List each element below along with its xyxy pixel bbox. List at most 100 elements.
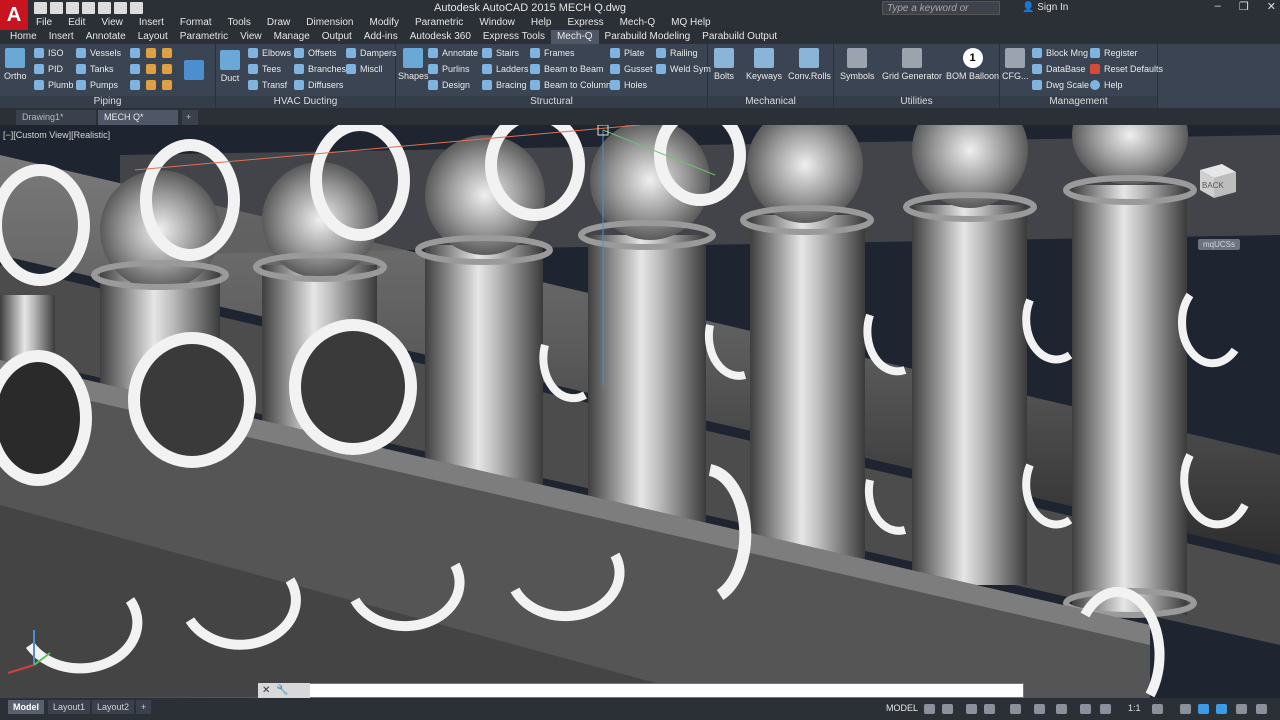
purlins-button[interactable]: Purlins (428, 62, 470, 76)
menu-mech-q[interactable]: Mech-Q (612, 16, 664, 30)
miscll-button[interactable]: Miscll (346, 62, 383, 76)
bolts-button[interactable]: Bolts (714, 48, 734, 81)
customization-menu-icon[interactable] (1256, 704, 1267, 714)
diffusers-button[interactable]: Diffusers (294, 78, 343, 92)
osnap-toggle-icon[interactable] (1034, 704, 1045, 714)
menu-help[interactable]: Help (523, 16, 560, 30)
vessels-button[interactable]: Vessels (76, 46, 121, 60)
tab-parabuild-output[interactable]: Parabuild Output (696, 30, 783, 44)
pipe-tool-6[interactable] (146, 78, 156, 92)
otrack-toggle-icon[interactable] (1056, 704, 1067, 714)
tab-express-tools[interactable]: Express Tools (477, 30, 551, 44)
tab-model[interactable]: Model (8, 700, 44, 714)
workspace-gear-icon[interactable] (1152, 704, 1163, 714)
minimize-button[interactable]: – (1215, 0, 1221, 13)
ortho-button[interactable]: Ortho (4, 48, 27, 81)
tab-insert[interactable]: Insert (43, 30, 80, 44)
viewport-controls-label[interactable]: [−][Custom View][Realistic] (3, 130, 110, 140)
stairs-button[interactable]: Stairs (482, 46, 519, 60)
tab-parabuild-modeling[interactable]: Parabuild Modeling (599, 30, 697, 44)
shapes-button[interactable]: Shapes (398, 48, 429, 81)
add-scale-icon[interactable] (1180, 704, 1191, 714)
reset-defaults-button[interactable]: Reset Defaults (1090, 62, 1163, 76)
tees-button[interactable]: Tees (248, 62, 281, 76)
menu-format[interactable]: Format (172, 16, 220, 30)
transf-button[interactable]: Transf (248, 78, 287, 92)
tab-output[interactable]: Output (316, 30, 358, 44)
pipe-tool-1[interactable] (130, 46, 140, 60)
isolate-objects-icon[interactable] (1198, 704, 1209, 714)
block-mng-button[interactable]: Block Mng (1032, 46, 1088, 60)
menu-file[interactable]: File (28, 16, 60, 30)
search-input[interactable]: Type a keyword or phrase (882, 1, 1000, 28)
branches-button[interactable]: Branches (294, 62, 346, 76)
weld-sym-button[interactable]: Weld Sym (656, 62, 711, 76)
database-button[interactable]: DataBase (1032, 62, 1086, 76)
iso-button[interactable]: ISO (34, 46, 64, 60)
pipe-tool-9[interactable] (162, 78, 172, 92)
tanks-button[interactable]: Tanks (76, 62, 114, 76)
pipe-tool-3[interactable] (130, 78, 140, 92)
clean-screen-icon[interactable] (1236, 704, 1247, 714)
bracing-button[interactable]: Bracing (482, 78, 527, 92)
tab-view[interactable]: View (234, 30, 268, 44)
holes-button[interactable]: Holes (610, 78, 647, 92)
new-tab-button[interactable]: + (182, 110, 198, 125)
register-button[interactable]: Register (1090, 46, 1138, 60)
sign-in-button[interactable]: 👤 Sign In (1022, 2, 1068, 13)
tab-layout2[interactable]: Layout2 (92, 700, 135, 714)
restore-button[interactable]: ❐ (1239, 0, 1249, 13)
plumb-button[interactable]: Plumb (34, 78, 74, 92)
polar-toggle-icon[interactable] (984, 704, 995, 714)
pipe-tool-5[interactable] (146, 62, 156, 76)
frames-button[interactable]: Frames (530, 46, 575, 60)
tab-layout[interactable]: Layout (132, 30, 174, 44)
tab-annotate[interactable]: Annotate (80, 30, 132, 44)
application-menu-button[interactable]: A (0, 0, 28, 30)
model-space-indicator[interactable]: MODEL (886, 703, 918, 713)
help-button[interactable]: Help (1090, 78, 1123, 92)
menu-parametric[interactable]: Parametric (407, 16, 471, 30)
command-close-icon[interactable]: ✕ (262, 685, 270, 696)
pipe-tool-8[interactable] (162, 62, 172, 76)
keyways-button[interactable]: Keyways (746, 48, 782, 81)
command-settings-icon[interactable]: 🔧 (276, 685, 288, 696)
pumps-button[interactable]: Pumps (76, 78, 118, 92)
tab-add-ins[interactable]: Add-ins (358, 30, 404, 44)
dampers-button[interactable]: Dampers (346, 46, 397, 60)
pipe-tool-7[interactable] (162, 46, 172, 60)
grid-toggle-icon[interactable] (924, 704, 935, 714)
doc-tab-mech-q[interactable]: MECH Q* (98, 110, 178, 125)
add-layout-button[interactable]: + (136, 700, 152, 714)
elbows-button[interactable]: Elbows (248, 46, 291, 60)
menu-insert[interactable]: Insert (131, 16, 172, 30)
viewcube[interactable]: BACK (1196, 160, 1240, 203)
ladders-button[interactable]: Ladders (482, 62, 529, 76)
annotate-button[interactable]: Annotate (428, 46, 478, 60)
bom-balloon-button[interactable]: 1 BOM Balloon (946, 48, 999, 81)
isodraft-toggle-icon[interactable] (1010, 704, 1021, 714)
tab-layout1[interactable]: Layout1 (48, 700, 91, 714)
tab-parametric[interactable]: Parametric (174, 30, 234, 44)
annotation-scale[interactable]: 1:1 (1128, 703, 1141, 713)
ucs-menu-button[interactable]: mqUCSs (1198, 239, 1240, 250)
doc-tab-drawing1[interactable]: Drawing1* (16, 110, 96, 125)
tab-manage[interactable]: Manage (268, 30, 316, 44)
ortho-toggle-icon[interactable] (966, 704, 977, 714)
tab-mech-q[interactable]: Mech-Q (550, 30, 599, 44)
drawing-viewport[interactable] (0, 125, 1280, 698)
menu-edit[interactable]: Edit (60, 16, 93, 30)
menu-window[interactable]: Window (471, 16, 523, 30)
tab-home[interactable]: Home (4, 30, 43, 44)
hardware-acceleration-icon[interactable] (1216, 704, 1227, 714)
cfg-button[interactable]: CFG... (1002, 48, 1029, 81)
tab-autodesk-360[interactable]: Autodesk 360 (404, 30, 477, 44)
pipe-route-button[interactable] (184, 60, 204, 83)
menu-tools[interactable]: Tools (220, 16, 259, 30)
grid-generator-button[interactable]: Grid Generator (882, 48, 942, 81)
design-button[interactable]: Design (428, 78, 470, 92)
menu-draw[interactable]: Draw (259, 16, 298, 30)
beam-to-column-button[interactable]: Beam to Column (530, 78, 611, 92)
lineweight-toggle-icon[interactable] (1080, 704, 1091, 714)
command-input[interactable] (315, 685, 1015, 696)
